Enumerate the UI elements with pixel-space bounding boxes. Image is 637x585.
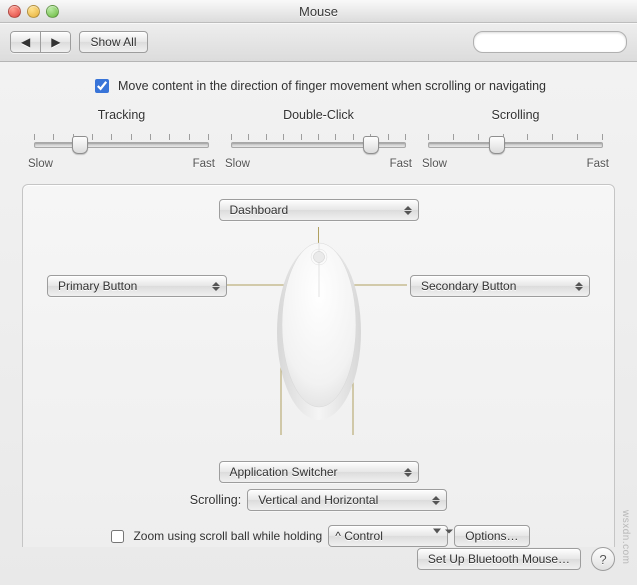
show-all-button[interactable]: Show All	[79, 31, 147, 53]
tracking-block: Tracking Slow Fast	[28, 108, 215, 170]
left-button-value: Primary Button	[58, 279, 137, 293]
zoom-options-button[interactable]: Options…	[454, 525, 529, 547]
double-click-fast-label: Fast	[390, 158, 412, 170]
nav-segmented: ◀ ▶	[10, 31, 71, 53]
double-click-thumb[interactable]	[363, 136, 379, 154]
updown-arrows-icon	[430, 493, 442, 507]
back-button[interactable]: ◀	[10, 31, 41, 53]
scrolling-slider[interactable]	[422, 132, 609, 154]
mouse-icon	[269, 227, 369, 427]
natural-scroll-checkbox[interactable]	[95, 79, 109, 93]
footer: Set Up Bluetooth Mouse… ?	[0, 547, 637, 585]
zoom-modifier-glyph: ^	[335, 529, 341, 543]
help-button[interactable]: ?	[591, 547, 615, 571]
scrolling-thumb[interactable]	[489, 136, 505, 154]
bluetooth-setup-button[interactable]: Set Up Bluetooth Mouse…	[417, 548, 581, 570]
tracking-thumb[interactable]	[72, 136, 88, 154]
double-click-block: Double-Click Slow Fast	[225, 108, 412, 170]
zoom-row: Zoom using scroll ball while holding ^ C…	[47, 525, 590, 547]
zoom-modifier-popup[interactable]: ^ Control	[328, 525, 448, 547]
zoom-modifier-value: Control	[344, 529, 383, 543]
window-controls	[0, 5, 59, 18]
scrolling-slow-label: Slow	[422, 158, 447, 170]
updown-arrows-icon	[210, 279, 222, 293]
preferences-window: Mouse ◀ ▶ Show All Move content in the d…	[0, 0, 637, 585]
natural-scroll-row: Move content in the direction of finger …	[22, 76, 615, 96]
updown-arrows-icon	[402, 465, 414, 479]
close-window-button[interactable]	[8, 5, 21, 18]
zoom-window-button[interactable]	[46, 5, 59, 18]
scrollball-button-value: Dashboard	[230, 203, 289, 217]
search-input[interactable]	[484, 34, 637, 50]
tracking-title: Tracking	[28, 108, 215, 122]
zoom-label: Zoom using scroll ball while holding	[133, 529, 322, 543]
natural-scroll-label: Move content in the direction of finger …	[118, 79, 546, 93]
titlebar: Mouse	[0, 0, 637, 23]
scrolling-title: Scrolling	[422, 108, 609, 122]
double-click-title: Double-Click	[225, 108, 412, 122]
right-button-value: Secondary Button	[421, 279, 516, 293]
toolbar: ◀ ▶ Show All	[0, 23, 637, 62]
window-title: Mouse	[0, 4, 637, 19]
mouse-diagram: Primary Button Secondary Button	[47, 227, 590, 457]
chevron-down-icon	[433, 529, 441, 542]
scrolling-block: Scrolling Slow Fast	[422, 108, 609, 170]
double-click-slow-label: Slow	[225, 158, 250, 170]
watermark: wsxdn.com	[620, 510, 631, 565]
side-buttons-popup[interactable]: Application Switcher	[219, 461, 419, 483]
search-field[interactable]	[473, 31, 627, 53]
content-area: Move content in the direction of finger …	[0, 62, 637, 547]
bottom-popups: Application Switcher Scrolling: Vertical…	[47, 461, 590, 511]
updown-arrows-icon	[402, 203, 414, 217]
side-buttons-value: Application Switcher	[230, 465, 338, 479]
scrolling-behavior-popup[interactable]: Vertical and Horizontal	[247, 489, 447, 511]
tracking-slow-label: Slow	[28, 158, 53, 170]
tracking-fast-label: Fast	[193, 158, 215, 170]
scrolling-behavior-value: Vertical and Horizontal	[258, 493, 378, 507]
scrolling-fast-label: Fast	[587, 158, 609, 170]
right-button-popup[interactable]: Secondary Button	[410, 275, 590, 297]
sliders-row: Tracking Slow Fast Double-Click	[28, 108, 609, 170]
minimize-window-button[interactable]	[27, 5, 40, 18]
updown-arrows-icon	[573, 279, 585, 293]
double-click-slider[interactable]	[225, 132, 412, 154]
zoom-checkbox[interactable]	[111, 530, 124, 543]
left-button-popup[interactable]: Primary Button	[47, 275, 227, 297]
tracking-slider[interactable]	[28, 132, 215, 154]
mouse-groupbox: Dashboard	[22, 184, 615, 547]
scrollball-button-popup[interactable]: Dashboard	[219, 199, 419, 221]
forward-button[interactable]: ▶	[41, 31, 71, 53]
scrolling-behavior-label: Scrolling:	[190, 493, 241, 507]
